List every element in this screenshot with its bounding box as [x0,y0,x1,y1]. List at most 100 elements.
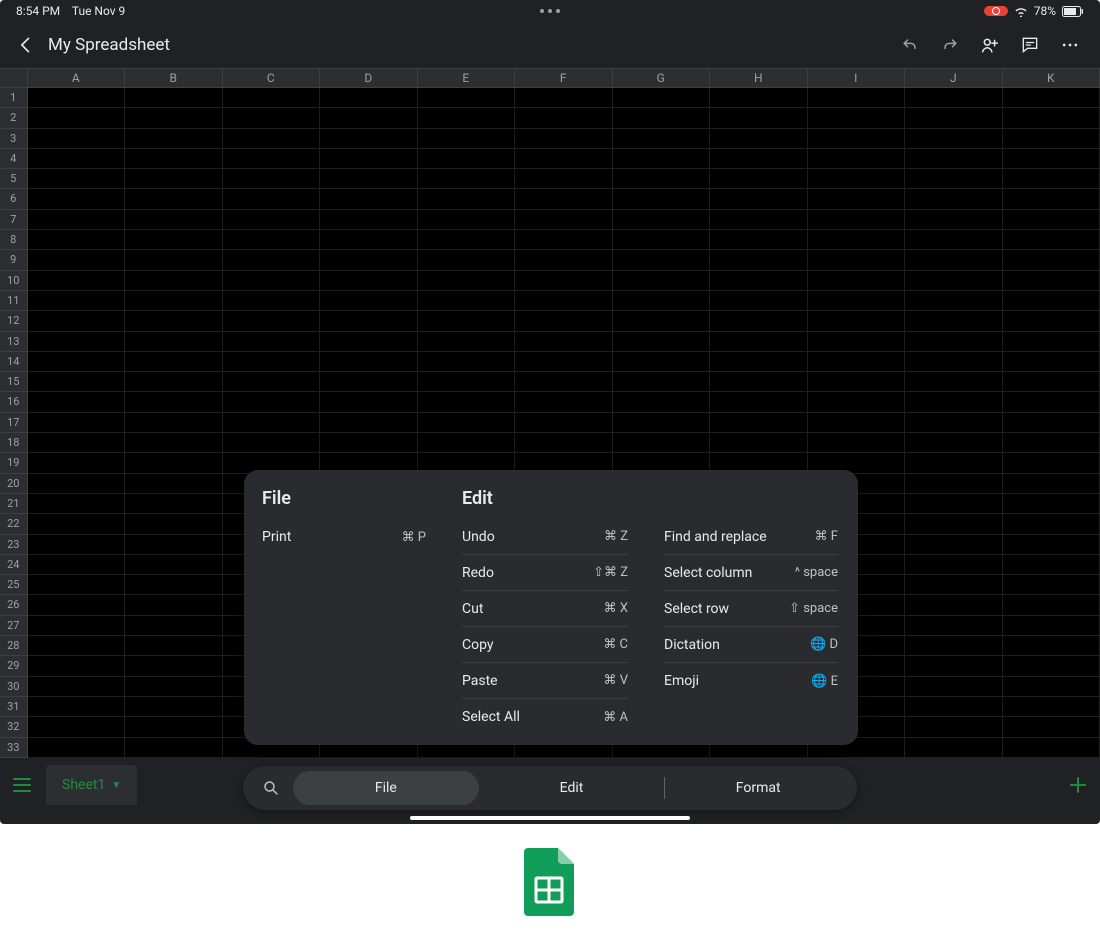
cell[interactable] [1003,372,1100,392]
cell[interactable] [418,88,516,108]
cell[interactable] [905,250,1003,270]
cell[interactable] [1003,149,1100,169]
cell[interactable] [223,413,321,433]
cell[interactable] [710,129,808,149]
row-header[interactable]: 19 [0,453,28,473]
cell[interactable] [710,149,808,169]
cell[interactable] [613,291,711,311]
cell[interactable] [808,413,906,433]
cell[interactable] [320,189,418,209]
row-header[interactable]: 23 [0,535,28,555]
cell[interactable] [905,189,1003,209]
menu-item[interactable]: Undo⌘ Z [462,519,628,555]
column-header[interactable]: I [808,69,906,87]
cell[interactable] [320,108,418,128]
cell[interactable] [710,88,808,108]
cell[interactable] [515,189,613,209]
cell[interactable] [125,210,223,230]
cell[interactable] [125,717,223,737]
row-header[interactable]: 15 [0,372,28,392]
cell[interactable] [1003,595,1100,615]
cell[interactable] [28,453,126,473]
cell[interactable] [223,372,321,392]
cell[interactable] [905,433,1003,453]
cell[interactable] [905,514,1003,534]
cell[interactable] [223,352,321,372]
cell[interactable] [125,189,223,209]
cell[interactable] [515,271,613,291]
cell[interactable] [905,636,1003,656]
column-header[interactable]: J [905,69,1003,87]
cell[interactable] [905,453,1003,473]
cell[interactable] [905,413,1003,433]
cell[interactable] [28,108,126,128]
cell[interactable] [710,210,808,230]
cell[interactable] [125,595,223,615]
cell[interactable] [125,494,223,514]
cell[interactable] [320,271,418,291]
cell[interactable] [613,169,711,189]
cell[interactable] [125,514,223,534]
cell[interactable] [808,433,906,453]
cell[interactable] [320,413,418,433]
cell[interactable] [28,494,126,514]
row-header[interactable]: 30 [0,677,28,697]
cell[interactable] [28,392,126,412]
cell[interactable] [1003,677,1100,697]
cell[interactable] [613,433,711,453]
toolbar-file-tab[interactable]: File [293,771,479,805]
cell[interactable] [28,717,126,737]
cell[interactable] [905,332,1003,352]
cell[interactable] [1003,433,1100,453]
cell[interactable] [125,108,223,128]
cell[interactable] [28,535,126,555]
cell[interactable] [1003,738,1100,758]
cell[interactable] [710,230,808,250]
cell[interactable] [125,433,223,453]
cell[interactable] [418,189,516,209]
cell[interactable] [1003,453,1100,473]
cell[interactable] [905,311,1003,331]
cell[interactable] [905,352,1003,372]
cell[interactable] [418,250,516,270]
cell[interactable] [1003,230,1100,250]
cell[interactable] [808,230,906,250]
cell[interactable] [1003,352,1100,372]
cell[interactable] [808,210,906,230]
menu-item[interactable]: Redo⇧⌘ Z [462,555,628,591]
cell[interactable] [28,189,126,209]
cell[interactable] [125,392,223,412]
cell[interactable] [808,311,906,331]
column-header[interactable]: E [418,69,516,87]
menu-item[interactable]: Cut⌘ X [462,591,628,627]
cell[interactable] [1003,555,1100,575]
row-header[interactable]: 21 [0,494,28,514]
cell[interactable] [223,311,321,331]
cell[interactable] [613,230,711,250]
cell[interactable] [808,392,906,412]
column-header[interactable]: C [223,69,321,87]
toolbar-edit-tab[interactable]: Edit [479,771,665,805]
cell[interactable] [418,108,516,128]
cell[interactable] [808,271,906,291]
cell[interactable] [125,271,223,291]
row-header[interactable]: 26 [0,595,28,615]
cell[interactable] [125,352,223,372]
cell[interactable] [418,311,516,331]
cell[interactable] [28,697,126,717]
cell[interactable] [905,595,1003,615]
cell[interactable] [320,230,418,250]
cell[interactable] [905,494,1003,514]
cell[interactable] [613,88,711,108]
add-sheet-button[interactable] [1056,775,1100,795]
cell[interactable] [905,555,1003,575]
cell[interactable] [613,352,711,372]
cell[interactable] [710,433,808,453]
cell[interactable] [710,108,808,128]
column-header[interactable]: A [28,69,126,87]
menu-item[interactable]: Select column^ space [664,555,838,591]
cell[interactable] [1003,189,1100,209]
cell[interactable] [28,149,126,169]
cell[interactable] [1003,535,1100,555]
cell[interactable] [905,575,1003,595]
